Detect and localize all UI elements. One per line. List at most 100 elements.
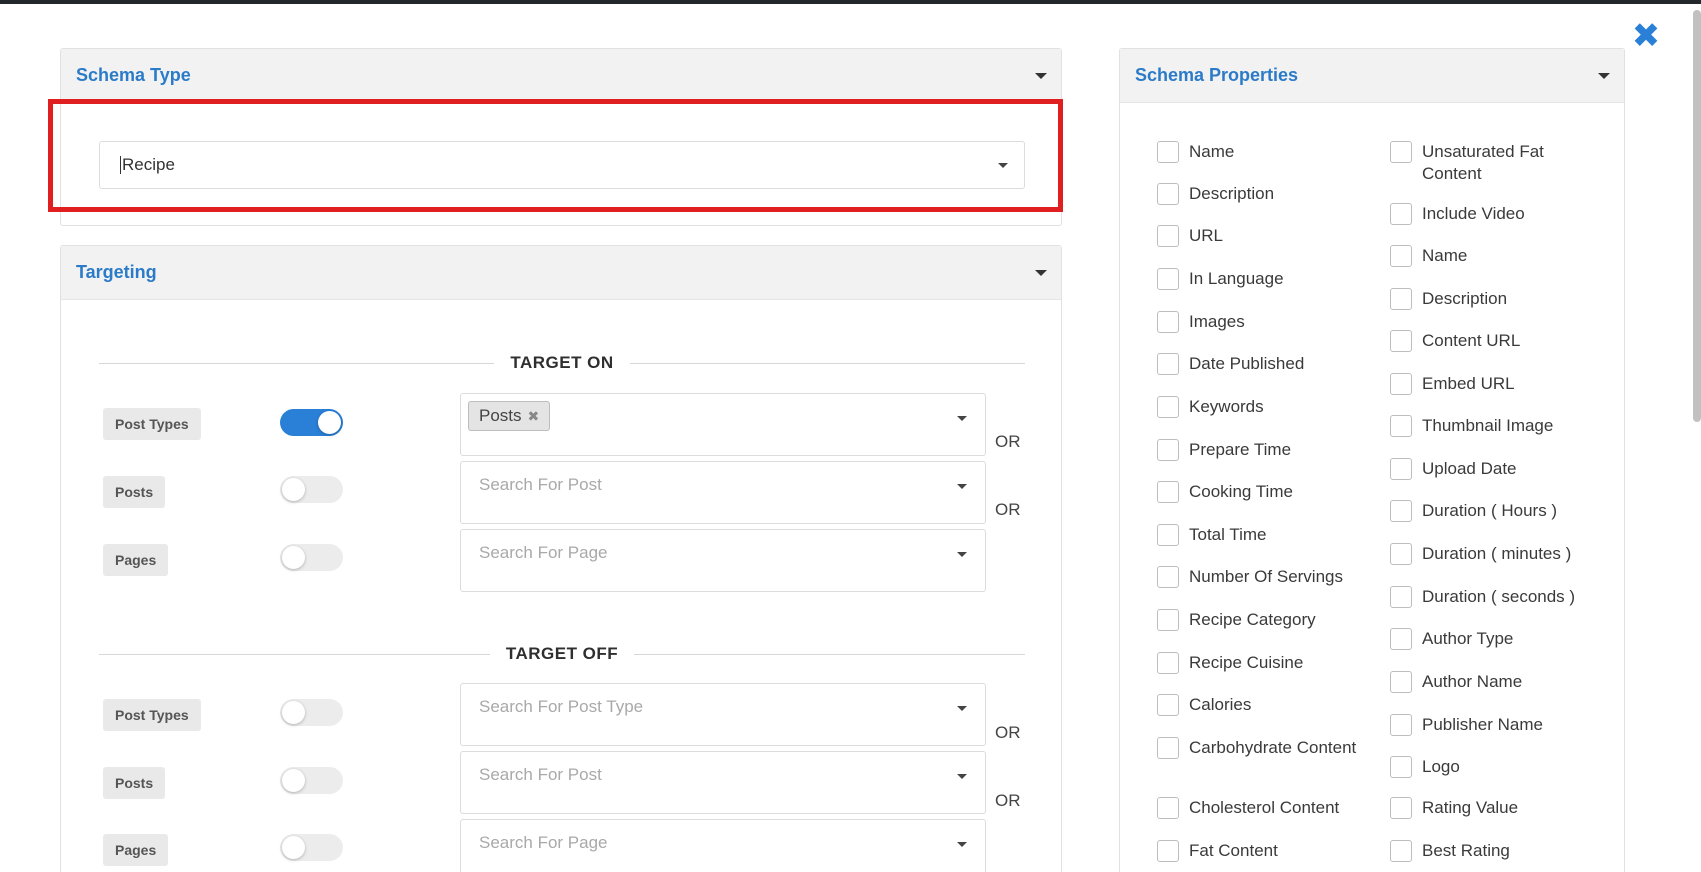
checkbox[interactable] bbox=[1157, 141, 1179, 163]
toggle-knob bbox=[282, 546, 305, 569]
property-unsaturated-fat-content[interactable]: Unsaturated Fat Content bbox=[1390, 141, 1592, 185]
property-label: Duration ( seconds ) bbox=[1422, 587, 1576, 606]
property-best-rating[interactable]: Best Rating bbox=[1390, 840, 1592, 862]
checkbox[interactable] bbox=[1157, 396, 1179, 418]
property-name[interactable]: Name bbox=[1157, 141, 1359, 163]
property-duration-hours[interactable]: Duration ( Hours ) bbox=[1390, 500, 1592, 522]
checkbox[interactable] bbox=[1390, 373, 1412, 395]
checkbox[interactable] bbox=[1157, 481, 1179, 503]
checkbox[interactable] bbox=[1390, 500, 1412, 522]
checkbox[interactable] bbox=[1390, 840, 1412, 862]
property-description[interactable]: Description bbox=[1390, 288, 1592, 310]
checkbox[interactable] bbox=[1157, 225, 1179, 247]
property-upload-date[interactable]: Upload Date bbox=[1390, 458, 1592, 480]
target-on-toggle-posts[interactable] bbox=[280, 476, 343, 503]
checkbox[interactable] bbox=[1390, 203, 1412, 225]
checkbox[interactable] bbox=[1390, 330, 1412, 352]
property-fat-content[interactable]: Fat Content bbox=[1157, 840, 1359, 862]
remove-tag-icon[interactable]: ✖ bbox=[528, 408, 540, 425]
property-label: Duration ( Hours ) bbox=[1422, 501, 1558, 520]
checkbox[interactable] bbox=[1157, 268, 1179, 290]
property-embed-url[interactable]: Embed URL bbox=[1390, 373, 1592, 395]
property-label: Name bbox=[1422, 246, 1468, 265]
checkbox[interactable] bbox=[1390, 756, 1412, 778]
checkbox[interactable] bbox=[1390, 671, 1412, 693]
checkbox[interactable] bbox=[1390, 141, 1412, 163]
target-on-field-posts[interactable]: Search For Post bbox=[460, 461, 986, 524]
property-author-type[interactable]: Author Type bbox=[1390, 628, 1592, 650]
collapse-caret-icon[interactable] bbox=[1035, 269, 1047, 276]
property-carbohydrate-content[interactable]: Carbohydrate Content bbox=[1157, 737, 1359, 759]
checkbox[interactable] bbox=[1157, 183, 1179, 205]
property-duration-minutes[interactable]: Duration ( minutes ) bbox=[1390, 543, 1592, 565]
property-in-language[interactable]: In Language bbox=[1157, 268, 1359, 290]
property-include-video[interactable]: Include Video bbox=[1390, 203, 1592, 225]
checkbox[interactable] bbox=[1157, 566, 1179, 588]
checkbox[interactable] bbox=[1390, 543, 1412, 565]
property-duration-seconds[interactable]: Duration ( seconds ) bbox=[1390, 586, 1592, 608]
target-off-label: TARGET OFF bbox=[505, 644, 619, 663]
checkbox[interactable] bbox=[1157, 694, 1179, 716]
target-off-toggle-post-types[interactable] bbox=[280, 699, 343, 726]
checkbox[interactable] bbox=[1390, 415, 1412, 437]
schema-type-header[interactable]: Schema Type bbox=[61, 49, 1061, 103]
property-label: Number Of Servings bbox=[1189, 567, 1343, 586]
checkbox[interactable] bbox=[1157, 840, 1179, 862]
property-date-published[interactable]: Date Published bbox=[1157, 353, 1359, 375]
target-on-toggle-post-types[interactable] bbox=[280, 409, 343, 436]
targeting-header[interactable]: Targeting bbox=[61, 246, 1061, 300]
scrollbar[interactable] bbox=[1693, 10, 1701, 422]
close-icon[interactable]: ✖ bbox=[1630, 19, 1662, 53]
checkbox[interactable] bbox=[1157, 353, 1179, 375]
target-on-label-posts: Posts bbox=[103, 476, 166, 508]
checkbox[interactable] bbox=[1157, 524, 1179, 546]
property-calories[interactable]: Calories bbox=[1157, 694, 1359, 716]
target-on-toggle-pages[interactable] bbox=[280, 544, 343, 571]
checkbox[interactable] bbox=[1390, 797, 1412, 819]
property-rating-value[interactable]: Rating Value bbox=[1390, 797, 1592, 819]
checkbox[interactable] bbox=[1157, 737, 1179, 759]
schema-properties-header[interactable]: Schema Properties bbox=[1120, 49, 1624, 103]
checkbox[interactable] bbox=[1390, 288, 1412, 310]
checkbox[interactable] bbox=[1390, 628, 1412, 650]
target-on-field-post-types[interactable]: Posts ✖ bbox=[460, 393, 986, 456]
property-recipe-category[interactable]: Recipe Category bbox=[1157, 609, 1359, 631]
property-description[interactable]: Description bbox=[1157, 183, 1359, 205]
property-thumbnail-image[interactable]: Thumbnail Image bbox=[1390, 415, 1592, 437]
property-name[interactable]: Name bbox=[1390, 245, 1592, 267]
target-on-field-pages[interactable]: Search For Page bbox=[460, 529, 986, 592]
target-off-field-post-types[interactable]: Search For Post Type bbox=[460, 683, 986, 746]
property-publisher-name[interactable]: Publisher Name bbox=[1390, 714, 1592, 736]
property-recipe-cuisine[interactable]: Recipe Cuisine bbox=[1157, 652, 1359, 674]
property-keywords[interactable]: Keywords bbox=[1157, 396, 1359, 418]
property-logo[interactable]: Logo bbox=[1390, 756, 1592, 778]
target-off-field-posts[interactable]: Search For Post bbox=[460, 751, 986, 814]
collapse-caret-icon[interactable] bbox=[1598, 72, 1610, 79]
property-number-of-servings[interactable]: Number Of Servings bbox=[1157, 566, 1359, 588]
checkbox[interactable] bbox=[1390, 586, 1412, 608]
property-label: Upload Date bbox=[1422, 459, 1517, 478]
property-prepare-time[interactable]: Prepare Time bbox=[1157, 439, 1359, 461]
property-content-url[interactable]: Content URL bbox=[1390, 330, 1592, 352]
property-label: Calories bbox=[1189, 695, 1252, 714]
property-images[interactable]: Images bbox=[1157, 311, 1359, 333]
checkbox[interactable] bbox=[1157, 311, 1179, 333]
checkbox[interactable] bbox=[1390, 714, 1412, 736]
field-placeholder: Search For Post Type bbox=[479, 697, 644, 716]
target-off-toggle-posts[interactable] bbox=[280, 767, 343, 794]
target-off-toggle-pages[interactable] bbox=[280, 834, 343, 861]
checkbox[interactable] bbox=[1157, 609, 1179, 631]
property-url[interactable]: URL bbox=[1157, 225, 1359, 247]
checkbox[interactable] bbox=[1157, 797, 1179, 819]
property-author-name[interactable]: Author Name bbox=[1390, 671, 1592, 693]
property-cholesterol-content[interactable]: Cholesterol Content bbox=[1157, 797, 1359, 819]
checkbox[interactable] bbox=[1390, 245, 1412, 267]
target-off-field-pages[interactable]: Search For Page bbox=[460, 819, 986, 872]
collapse-caret-icon[interactable] bbox=[1035, 72, 1047, 79]
checkbox[interactable] bbox=[1157, 652, 1179, 674]
property-total-time[interactable]: Total Time bbox=[1157, 524, 1359, 546]
property-label: Recipe Cuisine bbox=[1189, 653, 1304, 672]
checkbox[interactable] bbox=[1157, 439, 1179, 461]
property-cooking-time[interactable]: Cooking Time bbox=[1157, 481, 1359, 503]
checkbox[interactable] bbox=[1390, 458, 1412, 480]
